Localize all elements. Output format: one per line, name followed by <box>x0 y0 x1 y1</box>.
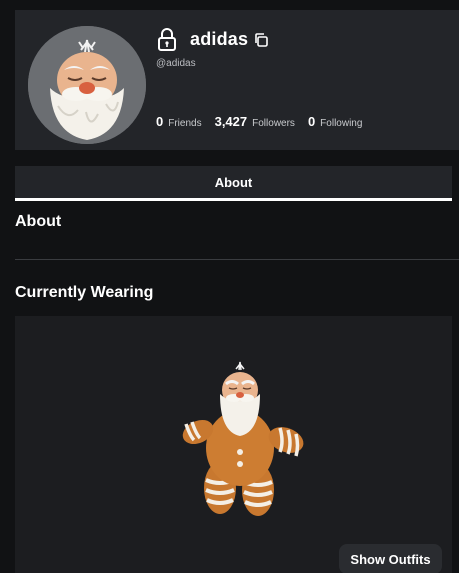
tab-label: About <box>214 174 253 190</box>
display-name: adidas <box>190 29 249 49</box>
stat-value: 3,427 <box>214 114 248 129</box>
stat-followers[interactable]: 3,427 Followers <box>215 114 295 129</box>
profile-header: adidas @adidas 0 Friends 3,427 Followers… <box>15 10 459 150</box>
profile-stats: 0 Friends 3,427 Followers 0 Following <box>156 114 375 129</box>
stat-friends[interactable]: 0 Friends <box>156 114 202 129</box>
stat-following[interactable]: 0 Following <box>308 114 362 129</box>
stat-value: 0 <box>307 114 316 129</box>
avatar[interactable] <box>28 26 146 144</box>
copy-icon[interactable] <box>253 32 269 48</box>
lock-icon <box>158 28 176 51</box>
stat-value: 0 <box>156 114 164 129</box>
avatar-3d-viewer[interactable]: Show Outfits <box>15 316 452 573</box>
stat-label: Following <box>320 118 363 129</box>
stat-label: Friends <box>168 118 202 129</box>
tab-about[interactable]: About <box>15 166 452 201</box>
currently-wearing-heading: Currently Wearing <box>15 284 154 301</box>
show-outfits-button[interactable]: Show Outfits <box>339 544 442 573</box>
section-divider <box>15 259 459 260</box>
username: @adidas <box>156 58 196 69</box>
stat-label: Followers <box>252 118 295 129</box>
avatar-figure <box>182 361 304 516</box>
about-heading: About <box>15 213 62 230</box>
